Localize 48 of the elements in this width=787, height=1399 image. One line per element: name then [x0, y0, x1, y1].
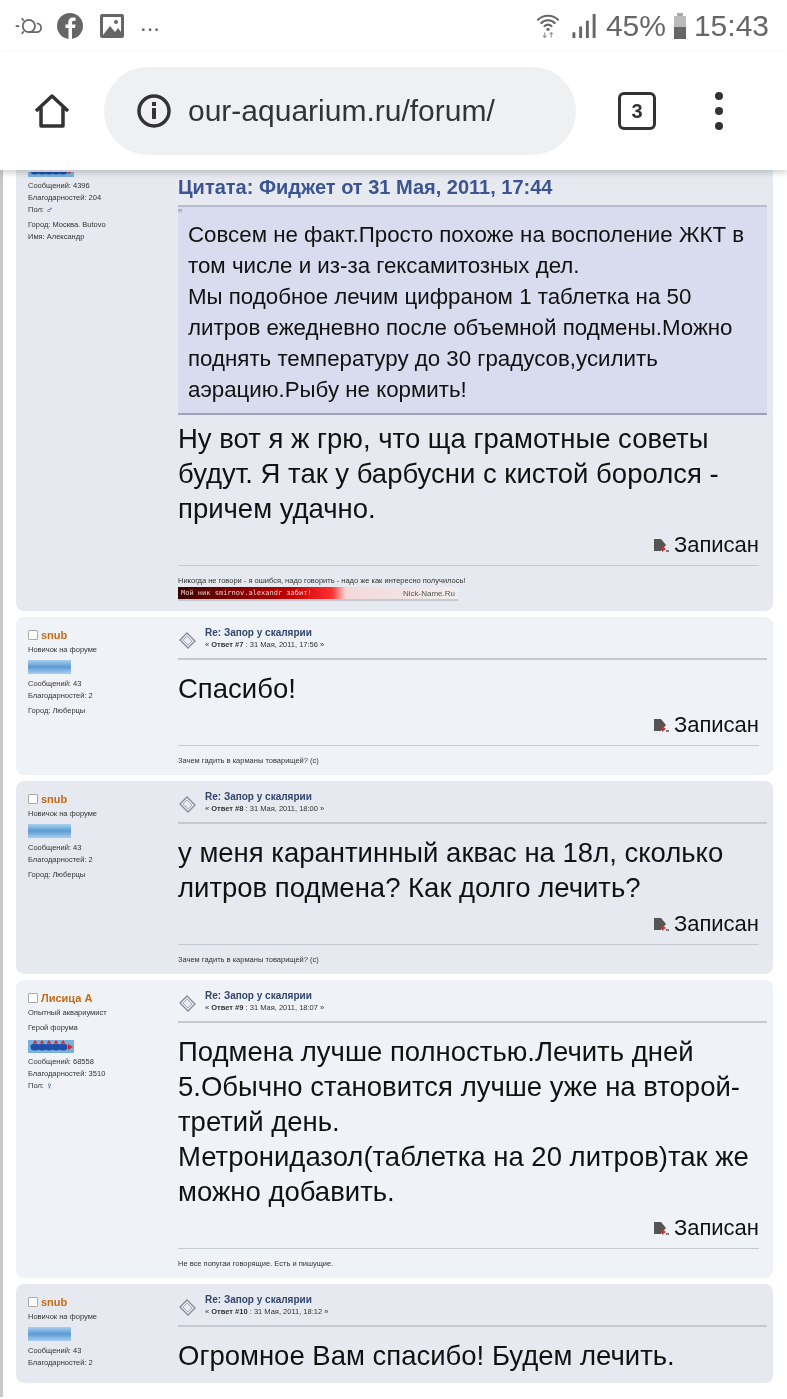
rank-bar — [28, 1327, 71, 1341]
offline-icon — [28, 794, 38, 804]
post-status-icon — [652, 916, 670, 932]
post-text: Огромное Вам спасибо! Будем лечить. — [178, 1339, 676, 1373]
offline-icon — [28, 630, 38, 640]
post-icon — [178, 994, 197, 1013]
more-notifications: ... — [140, 11, 160, 35]
post-text: Ну вот я ж грю, что ща грамотные советы будут. Я так у барбусни с кистой боролся - причем удачно. — [178, 422, 720, 526]
fish-rank-icon — [28, 1038, 74, 1053]
signal-icon — [569, 13, 598, 39]
offline-icon — [28, 993, 38, 1003]
home-icon[interactable] — [32, 91, 72, 131]
rank-bar — [28, 660, 71, 674]
battery-icon — [673, 13, 686, 39]
post-title-link[interactable]: Re: Запор у скалярии — [205, 990, 325, 1001]
post-text: Подмена лучше полностью.Лечить дней 5.Обычно становится лучше уже на второй-третий день. Метронидазол(таблетка на 20 литров)так же можно добавить. — [178, 1035, 750, 1209]
recorded-label: Записан — [673, 911, 759, 937]
quote-mark: ‟ — [178, 209, 184, 219]
facebook-icon — [56, 13, 84, 39]
rank-bar — [28, 824, 71, 838]
recorded-label: Записан — [673, 712, 759, 738]
post-icon — [178, 795, 197, 814]
image-icon — [98, 13, 126, 39]
tab-count-button[interactable]: 3 — [618, 92, 656, 130]
post-status-icon — [652, 717, 670, 733]
post-status-icon — [652, 537, 670, 553]
battery-percent: 45% — [605, 9, 666, 43]
offline-icon — [28, 1297, 38, 1307]
recorded-label: Записан — [673, 532, 759, 558]
clock: 15:43 — [693, 9, 769, 43]
gender-symbol: ♂ — [45, 204, 54, 216]
quote-text: Совсем не факт.Просто похоже на восполение ЖКТ в том числе и из-за гексамитозных дел. Мы подобное лечим цифраном 1 таблетка на 50 литров ежедневно после объемной подмены.Можно поднять температуру до 30 градусов,усилить аэрацию.Рыбу не кормить! — [187, 221, 746, 404]
recorded-label: Записан — [673, 1215, 759, 1241]
post-title-link[interactable]: Re: Запор у скалярии — [205, 627, 325, 638]
post-status-icon — [652, 1220, 670, 1236]
info-icon[interactable] — [136, 93, 172, 129]
quote-header-link[interactable]: Цитата: Фиджет от 31 Мая, 2011, 17:44 — [178, 176, 767, 199]
post-icon — [178, 1298, 197, 1317]
address-bar[interactable]: our-aquarium.ru/forum/ — [104, 67, 576, 155]
menu-icon[interactable] — [714, 91, 724, 131]
post-text: у меня карантинный аквас на 18л, сколько литров подмена? Как долго лечить? — [178, 836, 725, 905]
gender-symbol: ♀ — [45, 1080, 54, 1092]
post-text: Спасибо! — [178, 672, 297, 706]
post-title-link[interactable]: Re: Запор у скалярии — [205, 791, 325, 802]
banner-site: Nick-Name.Ru — [403, 588, 455, 598]
post-icon — [178, 631, 197, 650]
url-text: our-aquarium.ru/forum/ — [188, 94, 495, 128]
post-title-link[interactable]: Re: Запор у скалярии — [205, 1294, 329, 1305]
